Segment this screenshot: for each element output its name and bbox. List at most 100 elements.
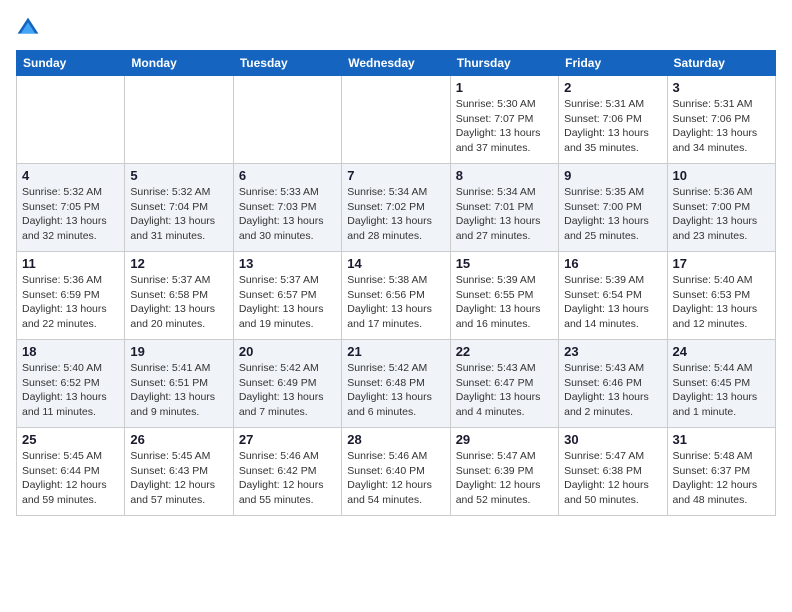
day-header-tuesday: Tuesday <box>233 51 341 76</box>
day-info: Sunrise: 5:39 AM Sunset: 6:54 PM Dayligh… <box>564 273 661 332</box>
day-info: Sunrise: 5:31 AM Sunset: 7:06 PM Dayligh… <box>673 97 770 156</box>
calendar-cell: 28 Sunrise: 5:46 AM Sunset: 6:40 PM Dayli… <box>342 428 450 516</box>
calendar-cell: 31Sunrise: 5:48 AM Sunset: 6:37 PM Dayli… <box>667 428 775 516</box>
calendar-cell: 17Sunrise: 5:40 AM Sunset: 6:53 PM Dayli… <box>667 252 775 340</box>
calendar-cell: 5 Sunrise: 5:32 AM Sunset: 7:04 PM Daylig… <box>125 164 233 252</box>
day-number: 26 <box>130 432 227 447</box>
day-info: Sunrise: 5:41 AM Sunset: 6:51 PM Dayligh… <box>130 361 227 420</box>
calendar-cell: 30 Sunrise: 5:47 AM Sunset: 6:38 PM Dayli… <box>559 428 667 516</box>
calendar-cell <box>125 76 233 164</box>
calendar-cell: 11 Sunrise: 5:36 AM Sunset: 6:59 PM Dayli… <box>17 252 125 340</box>
day-number: 16 <box>564 256 661 271</box>
calendar-cell: 13 Sunrise: 5:37 AM Sunset: 6:57 PM Dayli… <box>233 252 341 340</box>
calendar-cell: 19 Sunrise: 5:41 AM Sunset: 6:51 PM Dayli… <box>125 340 233 428</box>
day-number: 10 <box>673 168 770 183</box>
day-number: 18 <box>22 344 119 359</box>
calendar-cell: 14 Sunrise: 5:38 AM Sunset: 6:56 PM Dayli… <box>342 252 450 340</box>
day-info: Sunrise: 5:40 AM Sunset: 6:52 PM Dayligh… <box>22 361 119 420</box>
day-info: Sunrise: 5:34 AM Sunset: 7:02 PM Dayligh… <box>347 185 444 244</box>
day-info: Sunrise: 5:32 AM Sunset: 7:04 PM Dayligh… <box>130 185 227 244</box>
day-info: Sunrise: 5:46 AM Sunset: 6:40 PM Dayligh… <box>347 449 444 508</box>
day-number: 22 <box>456 344 553 359</box>
calendar-cell: 15 Sunrise: 5:39 AM Sunset: 6:55 PM Dayli… <box>450 252 558 340</box>
day-info: Sunrise: 5:36 AM Sunset: 6:59 PM Dayligh… <box>22 273 119 332</box>
day-number: 30 <box>564 432 661 447</box>
day-info: Sunrise: 5:47 AM Sunset: 6:38 PM Dayligh… <box>564 449 661 508</box>
calendar-cell: 23 Sunrise: 5:43 AM Sunset: 6:46 PM Dayli… <box>559 340 667 428</box>
day-header-saturday: Saturday <box>667 51 775 76</box>
day-info: Sunrise: 5:38 AM Sunset: 6:56 PM Dayligh… <box>347 273 444 332</box>
day-header-wednesday: Wednesday <box>342 51 450 76</box>
calendar-cell: 4 Sunrise: 5:32 AM Sunset: 7:05 PM Daylig… <box>17 164 125 252</box>
day-number: 4 <box>22 168 119 183</box>
day-number: 13 <box>239 256 336 271</box>
day-number: 6 <box>239 168 336 183</box>
calendar-cell: 9 Sunrise: 5:35 AM Sunset: 7:00 PM Daylig… <box>559 164 667 252</box>
day-info: Sunrise: 5:33 AM Sunset: 7:03 PM Dayligh… <box>239 185 336 244</box>
day-info: Sunrise: 5:44 AM Sunset: 6:45 PM Dayligh… <box>673 361 770 420</box>
calendar-cell: 2 Sunrise: 5:31 AM Sunset: 7:06 PM Daylig… <box>559 76 667 164</box>
day-info: Sunrise: 5:42 AM Sunset: 6:48 PM Dayligh… <box>347 361 444 420</box>
day-number: 7 <box>347 168 444 183</box>
day-info: Sunrise: 5:47 AM Sunset: 6:39 PM Dayligh… <box>456 449 553 508</box>
calendar-cell: 6 Sunrise: 5:33 AM Sunset: 7:03 PM Daylig… <box>233 164 341 252</box>
day-number: 31 <box>673 432 770 447</box>
day-number: 29 <box>456 432 553 447</box>
calendar-cell: 21 Sunrise: 5:42 AM Sunset: 6:48 PM Dayli… <box>342 340 450 428</box>
day-info: Sunrise: 5:46 AM Sunset: 6:42 PM Dayligh… <box>239 449 336 508</box>
day-info: Sunrise: 5:42 AM Sunset: 6:49 PM Dayligh… <box>239 361 336 420</box>
day-number: 2 <box>564 80 661 95</box>
calendar-cell: 7 Sunrise: 5:34 AM Sunset: 7:02 PM Daylig… <box>342 164 450 252</box>
day-number: 28 <box>347 432 444 447</box>
calendar-cell: 25Sunrise: 5:45 AM Sunset: 6:44 PM Dayli… <box>17 428 125 516</box>
day-number: 3 <box>673 80 770 95</box>
calendar-cell: 29 Sunrise: 5:47 AM Sunset: 6:39 PM Dayli… <box>450 428 558 516</box>
logo <box>16 16 42 40</box>
day-info: Sunrise: 5:31 AM Sunset: 7:06 PM Dayligh… <box>564 97 661 156</box>
day-info: Sunrise: 5:43 AM Sunset: 6:46 PM Dayligh… <box>564 361 661 420</box>
day-info: Sunrise: 5:45 AM Sunset: 6:43 PM Dayligh… <box>130 449 227 508</box>
calendar-week-row: 11 Sunrise: 5:36 AM Sunset: 6:59 PM Dayli… <box>17 252 776 340</box>
calendar-cell: 10Sunrise: 5:36 AM Sunset: 7:00 PM Dayli… <box>667 164 775 252</box>
calendar-table: SundayMondayTuesdayWednesdayThursdayFrid… <box>16 50 776 516</box>
calendar-week-row: 25Sunrise: 5:45 AM Sunset: 6:44 PM Dayli… <box>17 428 776 516</box>
day-number: 24 <box>673 344 770 359</box>
calendar-cell: 3 Sunrise: 5:31 AM Sunset: 7:06 PM Daylig… <box>667 76 775 164</box>
day-number: 11 <box>22 256 119 271</box>
calendar-cell <box>17 76 125 164</box>
page-header <box>16 16 776 40</box>
calendar-cell <box>342 76 450 164</box>
calendar-cell: 18 Sunrise: 5:40 AM Sunset: 6:52 PM Dayli… <box>17 340 125 428</box>
day-number: 5 <box>130 168 227 183</box>
day-number: 1 <box>456 80 553 95</box>
calendar-cell: 22 Sunrise: 5:43 AM Sunset: 6:47 PM Dayli… <box>450 340 558 428</box>
day-info: Sunrise: 5:34 AM Sunset: 7:01 PM Dayligh… <box>456 185 553 244</box>
day-number: 9 <box>564 168 661 183</box>
day-number: 19 <box>130 344 227 359</box>
day-number: 21 <box>347 344 444 359</box>
day-info: Sunrise: 5:32 AM Sunset: 7:05 PM Dayligh… <box>22 185 119 244</box>
day-info: Sunrise: 5:45 AM Sunset: 6:44 PM Dayligh… <box>22 449 119 508</box>
calendar-week-row: 4 Sunrise: 5:32 AM Sunset: 7:05 PM Daylig… <box>17 164 776 252</box>
day-number: 17 <box>673 256 770 271</box>
day-info: Sunrise: 5:43 AM Sunset: 6:47 PM Dayligh… <box>456 361 553 420</box>
day-number: 23 <box>564 344 661 359</box>
calendar-cell: 20 Sunrise: 5:42 AM Sunset: 6:49 PM Dayli… <box>233 340 341 428</box>
calendar-cell: 12Sunrise: 5:37 AM Sunset: 6:58 PM Dayli… <box>125 252 233 340</box>
calendar-cell: 8 Sunrise: 5:34 AM Sunset: 7:01 PM Daylig… <box>450 164 558 252</box>
day-info: Sunrise: 5:35 AM Sunset: 7:00 PM Dayligh… <box>564 185 661 244</box>
day-number: 8 <box>456 168 553 183</box>
calendar-cell: 27 Sunrise: 5:46 AM Sunset: 6:42 PM Dayli… <box>233 428 341 516</box>
day-number: 15 <box>456 256 553 271</box>
day-number: 27 <box>239 432 336 447</box>
calendar-cell: 1 Sunrise: 5:30 AM Sunset: 7:07 PM Daylig… <box>450 76 558 164</box>
calendar-header-row: SundayMondayTuesdayWednesdayThursdayFrid… <box>17 51 776 76</box>
day-info: Sunrise: 5:37 AM Sunset: 6:57 PM Dayligh… <box>239 273 336 332</box>
day-info: Sunrise: 5:30 AM Sunset: 7:07 PM Dayligh… <box>456 97 553 156</box>
day-number: 12 <box>130 256 227 271</box>
day-number: 14 <box>347 256 444 271</box>
day-info: Sunrise: 5:39 AM Sunset: 6:55 PM Dayligh… <box>456 273 553 332</box>
calendar-cell: 26 Sunrise: 5:45 AM Sunset: 6:43 PM Dayli… <box>125 428 233 516</box>
calendar-week-row: 1 Sunrise: 5:30 AM Sunset: 7:07 PM Daylig… <box>17 76 776 164</box>
day-number: 20 <box>239 344 336 359</box>
